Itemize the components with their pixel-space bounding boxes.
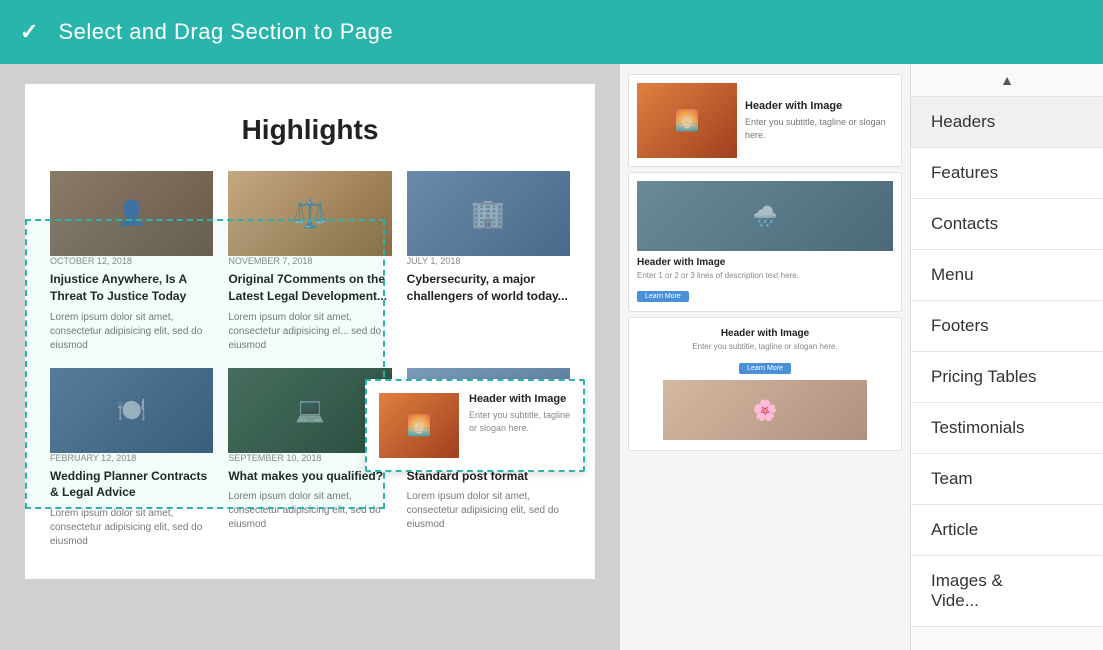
left-panel: Highlights 👤 OCTOBER 12, 2018 Injustice … bbox=[0, 64, 620, 650]
sidebar-item-contacts[interactable]: Contacts bbox=[911, 199, 1103, 250]
preview-title-3: Header with Image bbox=[637, 328, 893, 339]
sidebar-item-testimonials[interactable]: Testimonials bbox=[911, 403, 1103, 454]
page-title: Highlights bbox=[50, 114, 570, 146]
sidebar-label-pricing-tables: Pricing Tables bbox=[931, 367, 1037, 386]
preview-title-2: Header with Image bbox=[637, 257, 893, 268]
preview-img-placeholder: 🌅 bbox=[637, 83, 737, 158]
blog-date: JULY 1, 2018 bbox=[407, 256, 570, 266]
preview-image-1: 🌅 bbox=[637, 83, 737, 158]
preview-img-placeholder: 🌸 bbox=[663, 380, 868, 440]
sidebar-item-features[interactable]: Features bbox=[911, 148, 1103, 199]
preview-image: 🌅 bbox=[379, 393, 459, 458]
sidebar-label-testimonials: Testimonials bbox=[931, 418, 1025, 437]
preview-title-1: Header with Image bbox=[745, 100, 893, 112]
sidebar-item-team[interactable]: Team bbox=[911, 454, 1103, 505]
preview-desc-1: Enter you subtitle, tagline or slogan he… bbox=[745, 116, 893, 141]
header-title: Select and Drag Section to Page bbox=[58, 19, 393, 45]
top-header: ✓ Select and Drag Section to Page bbox=[0, 0, 1103, 64]
drag-selection bbox=[25, 219, 385, 509]
blog-item: 🏢 JULY 1, 2018 Cybersecurity, a major ch… bbox=[407, 171, 570, 353]
blog-title: Cybersecurity, a major challengers of wo… bbox=[407, 271, 570, 305]
sidebar-label-features: Features bbox=[931, 163, 998, 182]
preview-layout-1: 🌅 Header with Image Enter you subtitle, … bbox=[629, 75, 901, 166]
sidebar-label-contacts: Contacts bbox=[931, 214, 998, 233]
card-preview-title: Header with Image bbox=[469, 393, 571, 405]
sidebar-item-pricing-tables[interactable]: Pricing Tables bbox=[911, 352, 1103, 403]
preview-text-1: Header with Image Enter you subtitle, ta… bbox=[745, 100, 893, 141]
section-preview-item[interactable]: Header with Image Enter you subtitle, ta… bbox=[628, 317, 902, 451]
preview-button-2[interactable]: Learn More bbox=[637, 291, 689, 302]
right-sidebar: ▲ Headers Features Contacts Menu Footers… bbox=[910, 64, 1103, 650]
blog-image: 🏢 bbox=[407, 171, 570, 256]
section-preview-item[interactable]: 🌧️ Header with Image Enter 1 or 2 or 3 l… bbox=[628, 172, 902, 312]
page-preview: Highlights 👤 OCTOBER 12, 2018 Injustice … bbox=[25, 84, 595, 579]
sidebar-item-footers[interactable]: Footers bbox=[911, 301, 1103, 352]
sidebar-item-headers[interactable]: Headers bbox=[911, 97, 1103, 148]
section-previews-panel: 🌅 Header with Image Enter you subtitle, … bbox=[620, 64, 910, 650]
sidebar-item-images-video[interactable]: Images &Vide... bbox=[911, 556, 1103, 627]
sidebar-label-headers: Headers bbox=[931, 112, 995, 131]
section-preview-item[interactable]: 🌅 Header with Image Enter you subtitle, … bbox=[628, 74, 902, 167]
sidebar-label-article: Article bbox=[931, 520, 978, 539]
sidebar-item-menu[interactable]: Menu bbox=[911, 250, 1103, 301]
preview-desc-2: Enter 1 or 2 or 3 lines of description t… bbox=[637, 271, 893, 280]
sidebar-item-article[interactable]: Article bbox=[911, 505, 1103, 556]
sidebar-label-images-video: Images &Vide... bbox=[931, 571, 1003, 610]
card-preview-info: Header with Image Enter you subtitle, ta… bbox=[469, 393, 571, 434]
blog-excerpt: Lorem ipsum dolor sit amet, consectetur … bbox=[50, 507, 213, 549]
up-arrow-icon[interactable]: ▲ bbox=[911, 64, 1103, 97]
card-preview-desc: Enter you subtitle, tagline or slogan he… bbox=[469, 409, 571, 434]
card-preview-image: 🌅 bbox=[379, 393, 459, 458]
preview-desc-3: Enter you subtitle, tagline or slogan he… bbox=[637, 342, 893, 351]
sidebar-label-menu: Menu bbox=[931, 265, 974, 284]
preview-image-3: 🌸 bbox=[663, 380, 868, 440]
preview-image-2: 🌧️ bbox=[637, 181, 893, 251]
check-icon: ✓ bbox=[20, 19, 38, 45]
preview-layout-3: Header with Image Enter you subtitle, ta… bbox=[629, 318, 901, 450]
preview-img-placeholder: 🌧️ bbox=[637, 181, 893, 251]
sidebar-label-team: Team bbox=[931, 469, 973, 488]
main-content: Highlights 👤 OCTOBER 12, 2018 Injustice … bbox=[0, 64, 1103, 650]
blog-excerpt: Lorem ipsum dolor sit amet, consectetur … bbox=[407, 490, 570, 532]
sidebar-label-footers: Footers bbox=[931, 316, 989, 335]
preview-layout-2: 🌧️ Header with Image Enter 1 or 2 or 3 l… bbox=[629, 173, 901, 311]
preview-button-3[interactable]: Learn More bbox=[739, 363, 791, 374]
drag-preview-card[interactable]: 🌅 Header with Image Enter you subtitle, … bbox=[365, 379, 585, 472]
